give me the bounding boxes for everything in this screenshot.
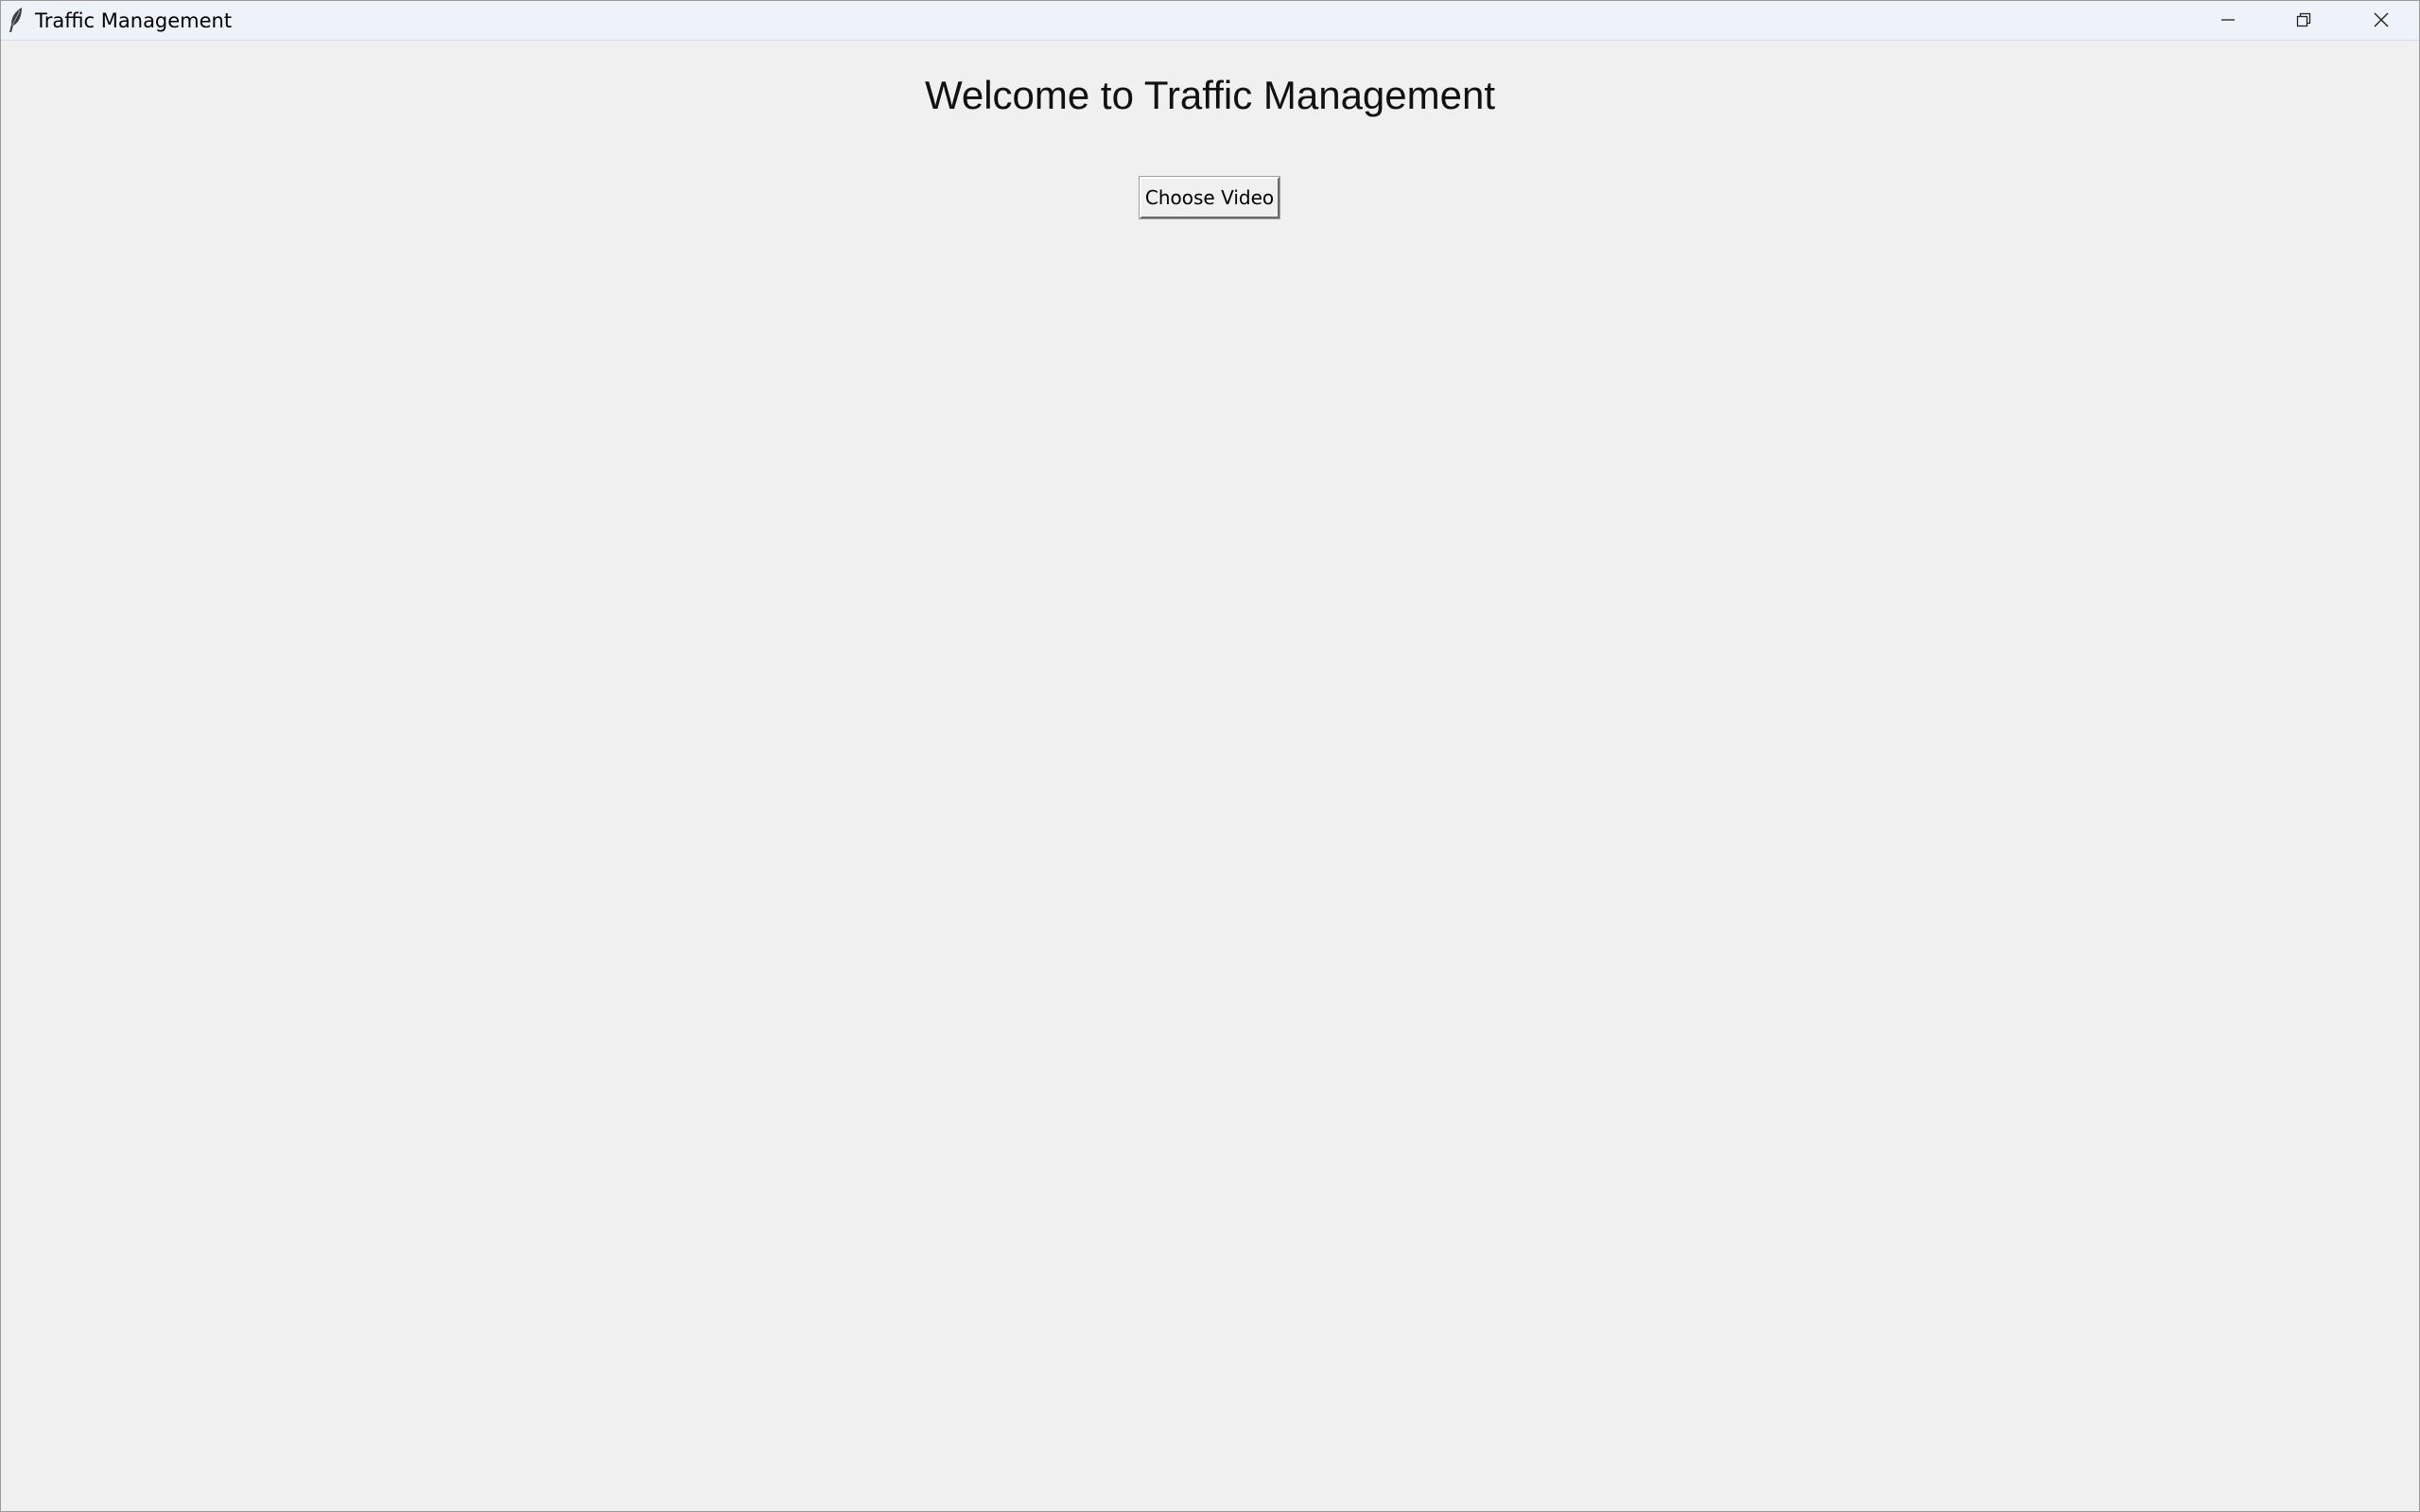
- app-window: Traffic Management Welcome to Traffic Ma…: [0, 0, 2420, 1512]
- minimize-icon: [2220, 11, 2237, 28]
- main-content: Welcome to Traffic Management Choose Vid…: [1, 41, 2419, 1511]
- restore-button[interactable]: [2266, 1, 2342, 39]
- restore-icon: [2295, 11, 2312, 28]
- close-button[interactable]: [2343, 1, 2419, 39]
- choose-video-button[interactable]: Choose Video: [1139, 176, 1280, 219]
- close-icon: [2373, 11, 2390, 28]
- welcome-heading: Welcome to Traffic Management: [924, 73, 1496, 117]
- title-bar[interactable]: Traffic Management: [1, 1, 2419, 41]
- feather-icon: [8, 7, 25, 33]
- window-title: Traffic Management: [35, 9, 233, 32]
- minimize-button[interactable]: [2190, 1, 2266, 39]
